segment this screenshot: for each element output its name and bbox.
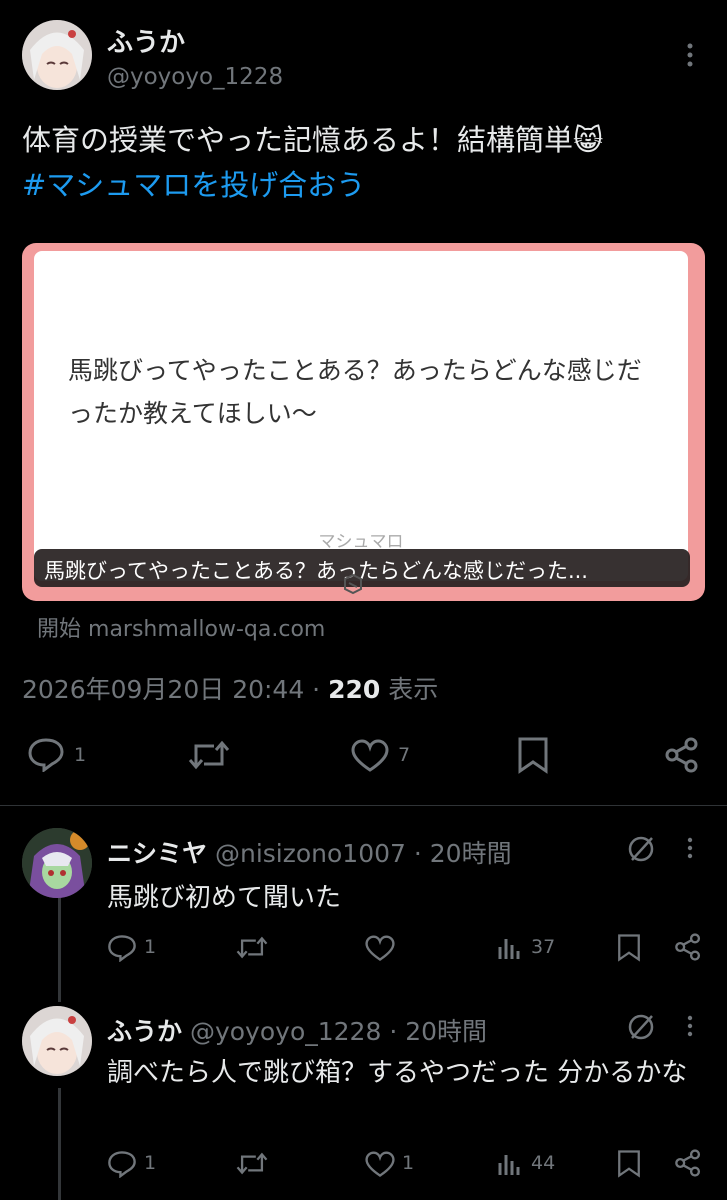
share-icon[interactable]: [674, 933, 702, 961]
marshmallow-logo-icon: [340, 571, 366, 597]
handle[interactable]: @yoyoyo_1228: [107, 64, 283, 90]
card-question: 馬跳びってやったことある？あったらどんな感じだったか教えてほしい〜: [68, 356, 642, 428]
display-name[interactable]: ニシミヤ: [107, 839, 207, 868]
bookmark-icon[interactable]: [617, 933, 641, 962]
like-icon[interactable]: [365, 1151, 395, 1178]
reply-icon[interactable]: [27, 736, 65, 772]
card-source[interactable]: 開始 marshmallow-qa.com: [37, 611, 325, 643]
avatar[interactable]: [22, 1006, 92, 1076]
handle[interactable]: @yoyoyo_1228: [190, 1017, 381, 1046]
views-count: 37: [531, 936, 556, 958]
share-icon[interactable]: [664, 737, 700, 773]
reply-count: 1: [144, 936, 157, 958]
thread-line: [58, 1088, 61, 1200]
share-icon[interactable]: [674, 1149, 702, 1177]
display-name[interactable]: ふうか: [107, 1017, 182, 1046]
bookmark-icon[interactable]: [617, 1149, 641, 1178]
reply-header: ニシミヤ @nisizono1007 · 20時間: [107, 834, 512, 870]
view-count: 220: [328, 675, 381, 704]
like-count: 7: [398, 744, 411, 766]
display-name[interactable]: ふうか: [107, 22, 185, 59]
like-icon[interactable]: [351, 739, 389, 773]
reply-text: 馬跳び初めて聞いた: [107, 883, 342, 913]
more-options-icon[interactable]: [680, 42, 700, 68]
handle[interactable]: @nisizono1007: [215, 839, 406, 868]
more-options-icon[interactable]: [683, 836, 697, 860]
timestamp[interactable]: 2026年09月20日 20:44 ·: [22, 675, 328, 704]
divider: [0, 805, 727, 806]
source-domain[interactable]: marshmallow-qa.com: [88, 617, 325, 642]
reply-count: 1: [144, 1152, 157, 1174]
reply-icon[interactable]: [107, 1149, 137, 1178]
reply-header: ふうか @yoyoyo_1228 · 20時間: [107, 1012, 487, 1048]
views-icon[interactable]: [497, 1151, 523, 1177]
views-icon[interactable]: [497, 935, 523, 961]
avatar[interactable]: [22, 828, 92, 898]
bookmark-icon[interactable]: [517, 736, 549, 774]
reply-text: 調べたら人で跳び箱？するやつだった 分かるかな: [107, 1058, 688, 1088]
view-label: 表示: [380, 675, 439, 704]
grok-icon[interactable]: [626, 834, 656, 864]
retweet-icon[interactable]: [236, 1150, 268, 1177]
views-count: 44: [531, 1152, 556, 1174]
avatar[interactable]: [22, 20, 92, 90]
reply-time[interactable]: · 20時間: [389, 1017, 487, 1046]
tweet-text: 体育の授業でやった記憶あるよ！結構簡単😸: [22, 123, 604, 157]
retweet-icon[interactable]: [236, 934, 268, 961]
more-options-icon[interactable]: [683, 1014, 697, 1038]
like-count: 1: [402, 1152, 415, 1174]
reply-time[interactable]: · 20時間: [414, 839, 512, 868]
grok-icon[interactable]: [626, 1012, 656, 1042]
retweet-icon[interactable]: [188, 738, 230, 772]
thread-line: [58, 898, 61, 1002]
card-image: 馬跳びってやったことある？あったらどんな感じだったか教えてほしい〜 マシュマロ: [34, 251, 688, 581]
timestamp-row: 2026年09月20日 20:44 · 220 表示: [22, 670, 438, 706]
hashtag-link[interactable]: #マシュマロを投げ合おう: [22, 162, 365, 204]
like-icon[interactable]: [365, 935, 395, 962]
link-card[interactable]: 馬跳びってやったことある？あったらどんな感じだったか教えてほしい〜 マシュマロ …: [22, 243, 705, 601]
reply-icon[interactable]: [107, 933, 137, 962]
source-prefix: 開始: [37, 617, 82, 642]
reply-count: 1: [74, 744, 87, 766]
